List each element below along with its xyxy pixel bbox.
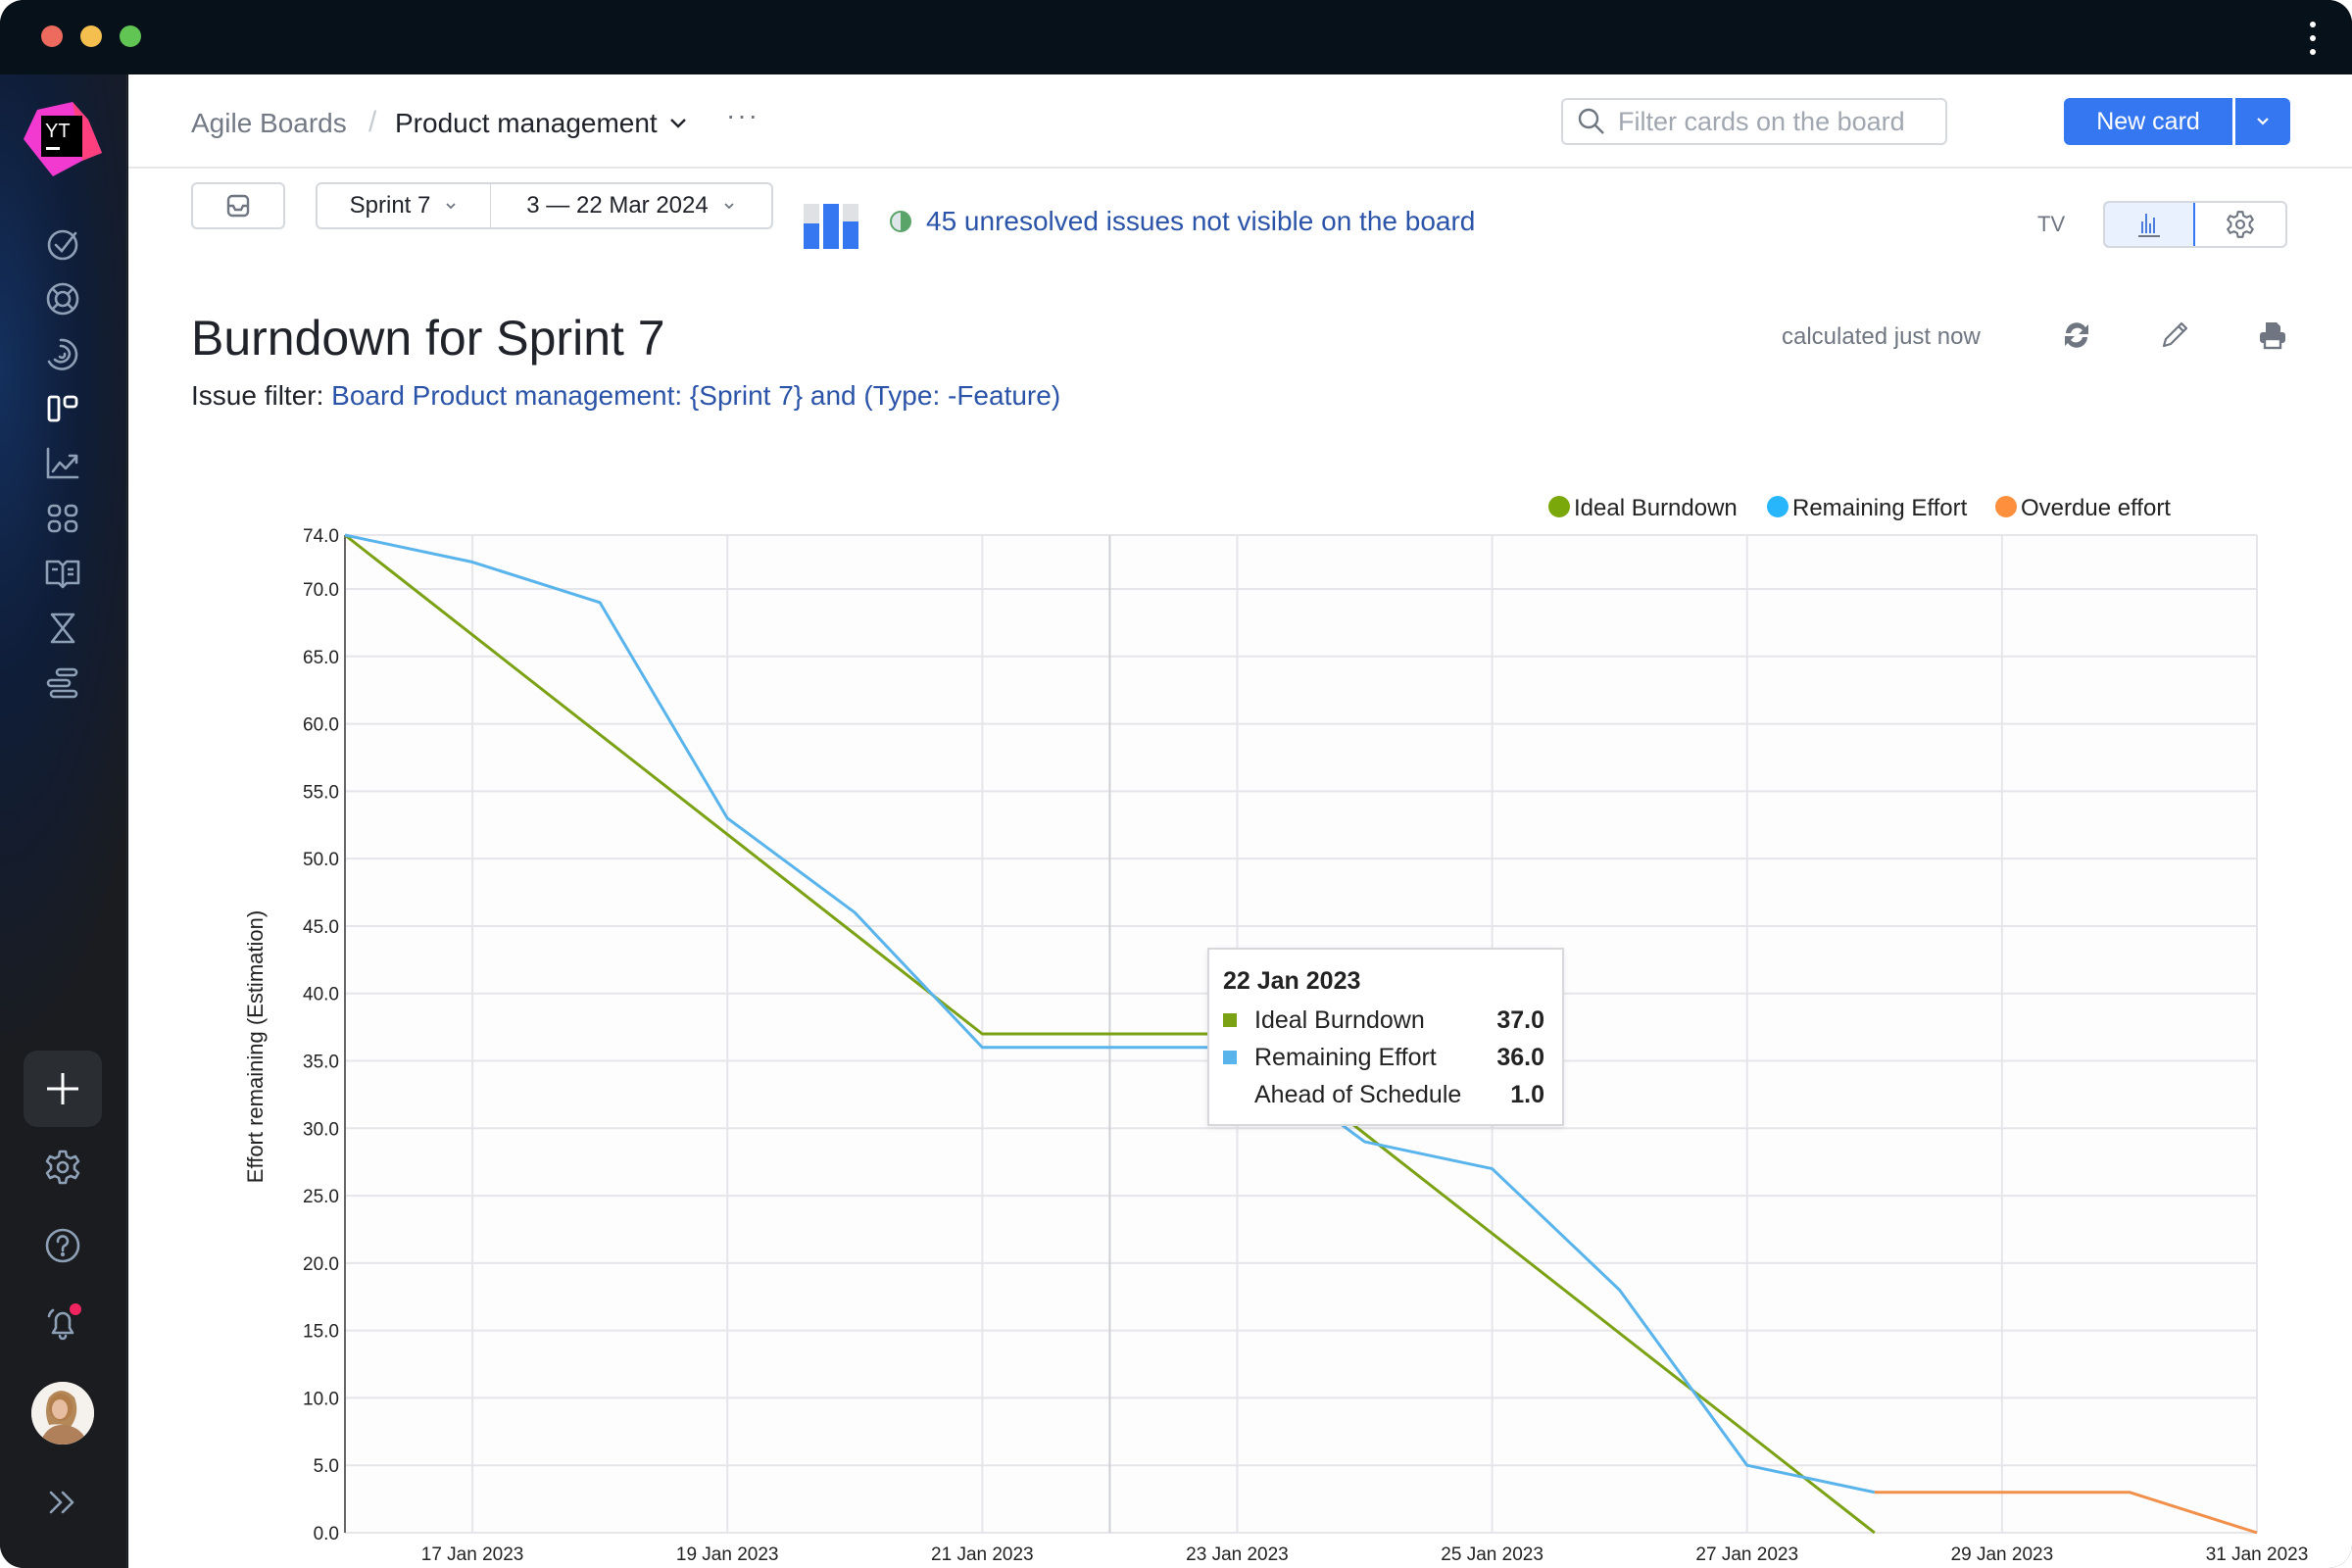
- tooltip-date: 22 Jan 2023: [1223, 967, 1361, 995]
- tooltip-label: Ahead of Schedule: [1254, 1080, 1462, 1108]
- y-tick-label: 55.0: [303, 782, 339, 803]
- legend-marker: [1767, 496, 1788, 517]
- chart-svg[interactable]: Ideal Burndown Remaining Effort Overdue ef…: [0, 0, 2352, 1568]
- x-tick-label: 27 Jan 2023: [1695, 1544, 1798, 1565]
- y-tick-label: 30.0: [303, 1119, 339, 1140]
- legend-label: Overdue effort: [2021, 495, 2171, 521]
- y-tick-label: 45.0: [303, 917, 339, 938]
- legend: Ideal Burndown Remaining Effort Overdue ef…: [1548, 495, 2171, 521]
- ideal-swatch: [1223, 1013, 1237, 1027]
- y-tick-label: 60.0: [303, 715, 339, 736]
- tooltip-value: 1.0: [1510, 1080, 1544, 1108]
- tooltip-label: Ideal Burndown: [1254, 1005, 1425, 1034]
- tooltip-value: 37.0: [1496, 1005, 1544, 1034]
- y-tick-label: 74.0: [303, 526, 339, 547]
- app-window: YT Agile Boards / Product management ···…: [0, 0, 2352, 1568]
- burndown-chart: Ideal Burndown Remaining Effort Overdue ef…: [0, 0, 2352, 1568]
- remaining-swatch: [1223, 1051, 1237, 1064]
- tooltip-row: Ahead of Schedule 1.0: [1223, 1076, 1548, 1113]
- legend-item[interactable]: Remaining Effort: [1767, 495, 1968, 521]
- y-tick-label: 35.0: [303, 1053, 339, 1073]
- y-tick-label: 5.0: [314, 1456, 339, 1477]
- tooltip-row: Ideal Burndown 37.0: [1223, 1002, 1548, 1039]
- y-tick-label: 65.0: [303, 648, 339, 668]
- x-tick-label: 19 Jan 2023: [676, 1544, 779, 1565]
- x-tick-label: 23 Jan 2023: [1186, 1544, 1289, 1565]
- chart-tooltip: 22 Jan 2023 Ideal Burndown 37.0 Remainin…: [1207, 948, 1564, 1126]
- x-tick-label: 21 Jan 2023: [931, 1544, 1034, 1565]
- y-axis-label: Effort remaining (Estimation): [243, 910, 268, 1183]
- y-tick-label: 15.0: [303, 1322, 339, 1343]
- tooltip-label: Remaining Effort: [1254, 1043, 1437, 1071]
- legend-label: Ideal Burndown: [1574, 495, 1738, 521]
- tooltip-row: Remaining Effort 36.0: [1223, 1039, 1548, 1076]
- x-tick-label: 17 Jan 2023: [421, 1544, 524, 1565]
- y-tick-label: 50.0: [303, 850, 339, 870]
- y-tick-label: 10.0: [303, 1389, 339, 1409]
- legend-marker: [1995, 496, 2017, 517]
- legend-marker: [1548, 496, 1570, 517]
- x-tick-label: 29 Jan 2023: [1951, 1544, 2054, 1565]
- x-tick-label: 25 Jan 2023: [1441, 1544, 1544, 1565]
- legend-item[interactable]: Overdue effort: [1995, 495, 2171, 521]
- x-tick-label: 31 Jan 2023: [2206, 1544, 2309, 1565]
- y-tick-label: 70.0: [303, 580, 339, 601]
- y-tick-label: 25.0: [303, 1187, 339, 1207]
- tooltip-value: 36.0: [1496, 1043, 1544, 1071]
- y-tick-label: 0.0: [314, 1524, 339, 1544]
- y-tick-label: 20.0: [303, 1254, 339, 1275]
- y-tick-label: 40.0: [303, 985, 339, 1005]
- empty-swatch: [1223, 1088, 1237, 1102]
- legend-label: Remaining Effort: [1792, 495, 1968, 521]
- legend-item[interactable]: Ideal Burndown: [1548, 495, 1738, 521]
